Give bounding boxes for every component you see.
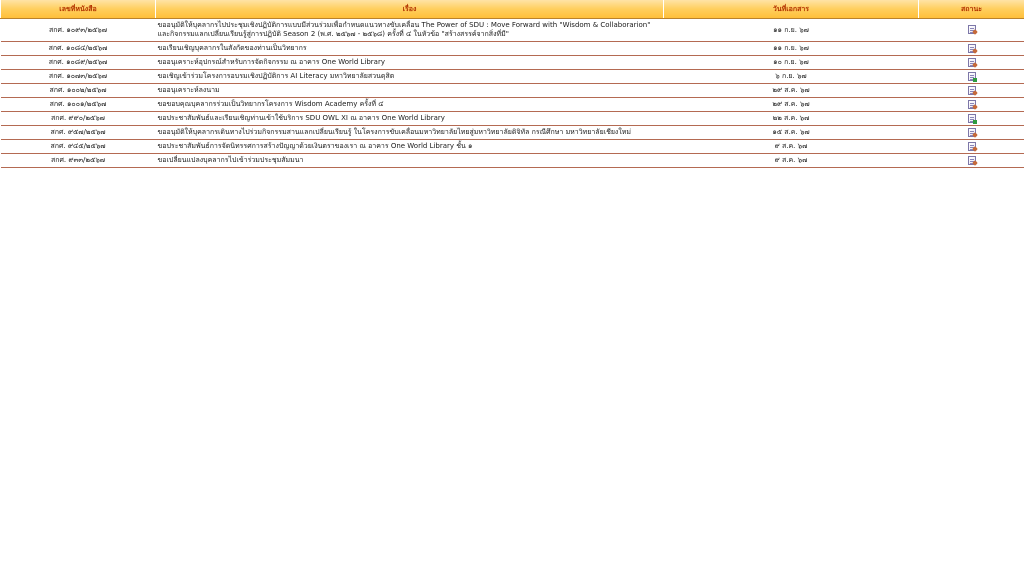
document-pending-icon[interactable] — [967, 127, 976, 137]
doc-status[interactable] — [918, 55, 1024, 70]
doc-status[interactable] — [918, 83, 1024, 98]
doc-number: สกศ. ๑๐๗๓/๒๕๖๗ — [0, 69, 156, 84]
doc-status[interactable] — [918, 69, 1024, 84]
doc-date: ๒๒ ส.ค. ๖๗ — [663, 111, 919, 126]
table-row[interactable]: สกศ. ๙๓๓/๒๕๖๗ ขอเปลี่ยนแปลงบุคลากรไปเข้า… — [0, 153, 1024, 168]
doc-subject[interactable]: ขออนุมัติให้บุคลากรไปประชุมเชิงปฏิบัติกา… — [155, 18, 664, 42]
doc-subject[interactable]: ขออนุเคราะห์ลงนาม — [155, 83, 664, 98]
doc-subject-line[interactable]: และกิจกรรมแลกเปลี่ยนเรียนรู้สู่การปฏิบัต… — [158, 30, 662, 39]
document-done-icon[interactable] — [967, 113, 977, 124]
doc-number: สกศ. ๑๐๘๔/๒๕๖๗ — [0, 41, 156, 56]
table-row[interactable]: สกศ. ๑๐๗๓/๒๕๖๗ ขอเชิญเข้าร่วมโครงการอบรม… — [0, 69, 1024, 84]
doc-subject[interactable]: ขอเชิญเข้าร่วมโครงการอบรมเชิงปฏิบัติการ … — [155, 69, 664, 84]
doc-subject[interactable]: ขออนุมัติให้บุคลากรเดินทางไปร่วมกิจกรรมส… — [155, 125, 664, 140]
document-list-container: เลขที่หนังสือ เรื่อง วันที่เอกสาร สถานะ … — [0, 0, 1024, 168]
doc-number: สกศ. ๑๐๙๓/๒๕๖๗ — [0, 18, 156, 42]
table-row[interactable]: สกศ. ๑๐๐๑/๒๕๖๗ ขอขอบคุณบุคลากรร่วมเป็นวิ… — [0, 97, 1024, 112]
table-row[interactable]: สกศ. ๙๕๗/๒๕๖๗ ขออนุมัติให้บุคลากรเดินทาง… — [0, 125, 1024, 140]
header-doc-date[interactable]: วันที่เอกสาร — [663, 0, 919, 19]
table-row[interactable]: สกศ. ๙๙๐/๒๕๖๗ ขอประชาสัมพันธ์และเรียนเชิ… — [0, 111, 1024, 126]
table-row[interactable]: สกศ. ๑๐๘๙/๒๕๖๗ ขออนุเคราะห์อุปกรณ์สำหรับ… — [0, 55, 1024, 70]
document-pending-icon[interactable] — [967, 25, 976, 35]
doc-date: ๒๙ ส.ค. ๖๗ — [663, 97, 919, 112]
doc-date: ๑๕ ส.ค. ๖๗ — [663, 125, 919, 140]
doc-subject[interactable]: ขออนุเคราะห์อุปกรณ์สำหรับการจัดกิจกรรม ณ… — [155, 55, 664, 70]
doc-status[interactable] — [918, 139, 1024, 154]
doc-status[interactable] — [918, 111, 1024, 126]
doc-date: ๙ ส.ค. ๖๗ — [663, 153, 919, 168]
doc-date: ๙ ส.ค. ๖๗ — [663, 139, 919, 154]
doc-number: สกศ. ๑๐๐๑/๒๕๖๗ — [0, 97, 156, 112]
document-table: เลขที่หนังสือ เรื่อง วันที่เอกสาร สถานะ … — [0, 0, 1024, 168]
table-row[interactable]: สกศ. ๙๔๕/๒๕๖๗ ขอประชาสัมพันธ์การจัดนิทรร… — [0, 139, 1024, 154]
doc-status[interactable] — [918, 97, 1024, 112]
header-status[interactable]: สถานะ — [918, 0, 1024, 19]
header-doc-no[interactable]: เลขที่หนังสือ — [0, 0, 156, 19]
doc-date: ๒๙ ส.ค. ๖๗ — [663, 83, 919, 98]
doc-number: สกศ. ๙๙๐/๒๕๖๗ — [0, 111, 156, 126]
doc-number: สกศ. ๙๔๕/๒๕๖๗ — [0, 139, 156, 154]
doc-number: สกศ. ๙๕๗/๒๕๖๗ — [0, 125, 156, 140]
doc-subject[interactable]: ขอเรียนเชิญบุคลากรในสังกัดของท่านเป็นวิท… — [155, 41, 664, 56]
doc-subject[interactable]: ขอประชาสัมพันธ์การจัดนิทรรศการสร้างปัญญา… — [155, 139, 664, 154]
document-pending-icon[interactable] — [967, 43, 976, 53]
doc-subject-line[interactable]: ขออนุมัติให้บุคลากรไปประชุมเชิงปฏิบัติกา… — [158, 21, 662, 30]
table-row[interactable]: สกศ. ๑๐๘๔/๒๕๖๗ ขอเรียนเชิญบุคลากรในสังกั… — [0, 41, 1024, 56]
document-pending-icon[interactable] — [967, 141, 976, 151]
doc-date: ๑๐ ก.ย. ๖๗ — [663, 55, 919, 70]
doc-subject[interactable]: ขอประชาสัมพันธ์และเรียนเชิญท่านเข้าใช้บร… — [155, 111, 664, 126]
table-header-row: เลขที่หนังสือ เรื่อง วันที่เอกสาร สถานะ — [0, 0, 1024, 19]
doc-status[interactable] — [918, 153, 1024, 168]
doc-subject[interactable]: ขอขอบคุณบุคลากรร่วมเป็นวิทยากรโครงการ Wi… — [155, 97, 664, 112]
table-row[interactable]: สกศ. ๑๐๐๒/๒๕๖๗ ขออนุเคราะห์ลงนาม ๒๙ ส.ค.… — [0, 83, 1024, 98]
doc-date: ๑๑ ก.ย. ๖๗ — [663, 41, 919, 56]
document-done-icon[interactable] — [967, 71, 977, 82]
doc-status[interactable] — [918, 41, 1024, 56]
document-pending-icon[interactable] — [967, 57, 976, 67]
doc-number: สกศ. ๙๓๓/๒๕๖๗ — [0, 153, 156, 168]
header-subject[interactable]: เรื่อง — [155, 0, 664, 19]
document-pending-icon[interactable] — [967, 99, 976, 109]
document-pending-icon[interactable] — [967, 85, 976, 95]
doc-status[interactable] — [918, 18, 1024, 42]
doc-date: ๖ ก.ย. ๖๗ — [663, 69, 919, 84]
table-row[interactable]: สกศ. ๑๐๙๓/๒๕๖๗ ขออนุมัติให้บุคลากรไปประช… — [0, 18, 1024, 42]
doc-number: สกศ. ๑๐๐๒/๒๕๖๗ — [0, 83, 156, 98]
doc-subject[interactable]: ขอเปลี่ยนแปลงบุคลากรไปเข้าร่วมประชุมสัมม… — [155, 153, 664, 168]
doc-date: ๑๑ ก.ย. ๖๗ — [663, 18, 919, 42]
document-pending-icon[interactable] — [967, 155, 976, 165]
doc-number: สกศ. ๑๐๘๙/๒๕๖๗ — [0, 55, 156, 70]
doc-status[interactable] — [918, 125, 1024, 140]
